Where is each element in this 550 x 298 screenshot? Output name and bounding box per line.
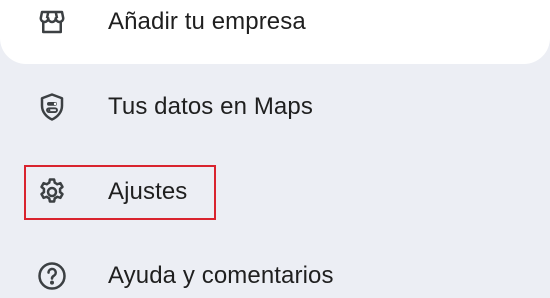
menu-item-add-business[interactable]: Añadir tu empresa (0, 0, 550, 50)
menu-screen: Añadir tu empresa Tus datos en Maps Ajus… (0, 0, 550, 298)
help-circle-icon (36, 260, 68, 292)
menu-item-label: Tus datos en Maps (108, 93, 313, 120)
menu-item-settings[interactable]: Ajustes (0, 163, 550, 219)
storefront-icon (36, 6, 68, 38)
menu-item-label: Ajustes (108, 178, 188, 205)
menu-item-your-data[interactable]: Tus datos en Maps (0, 78, 550, 134)
gear-icon (36, 176, 68, 208)
menu-item-help-feedback[interactable]: Ayuda y comentarios (0, 247, 550, 298)
shield-toggle-icon (36, 91, 68, 123)
menu-item-label: Añadir tu empresa (108, 8, 306, 35)
menu-item-label: Ayuda y comentarios (108, 262, 334, 289)
